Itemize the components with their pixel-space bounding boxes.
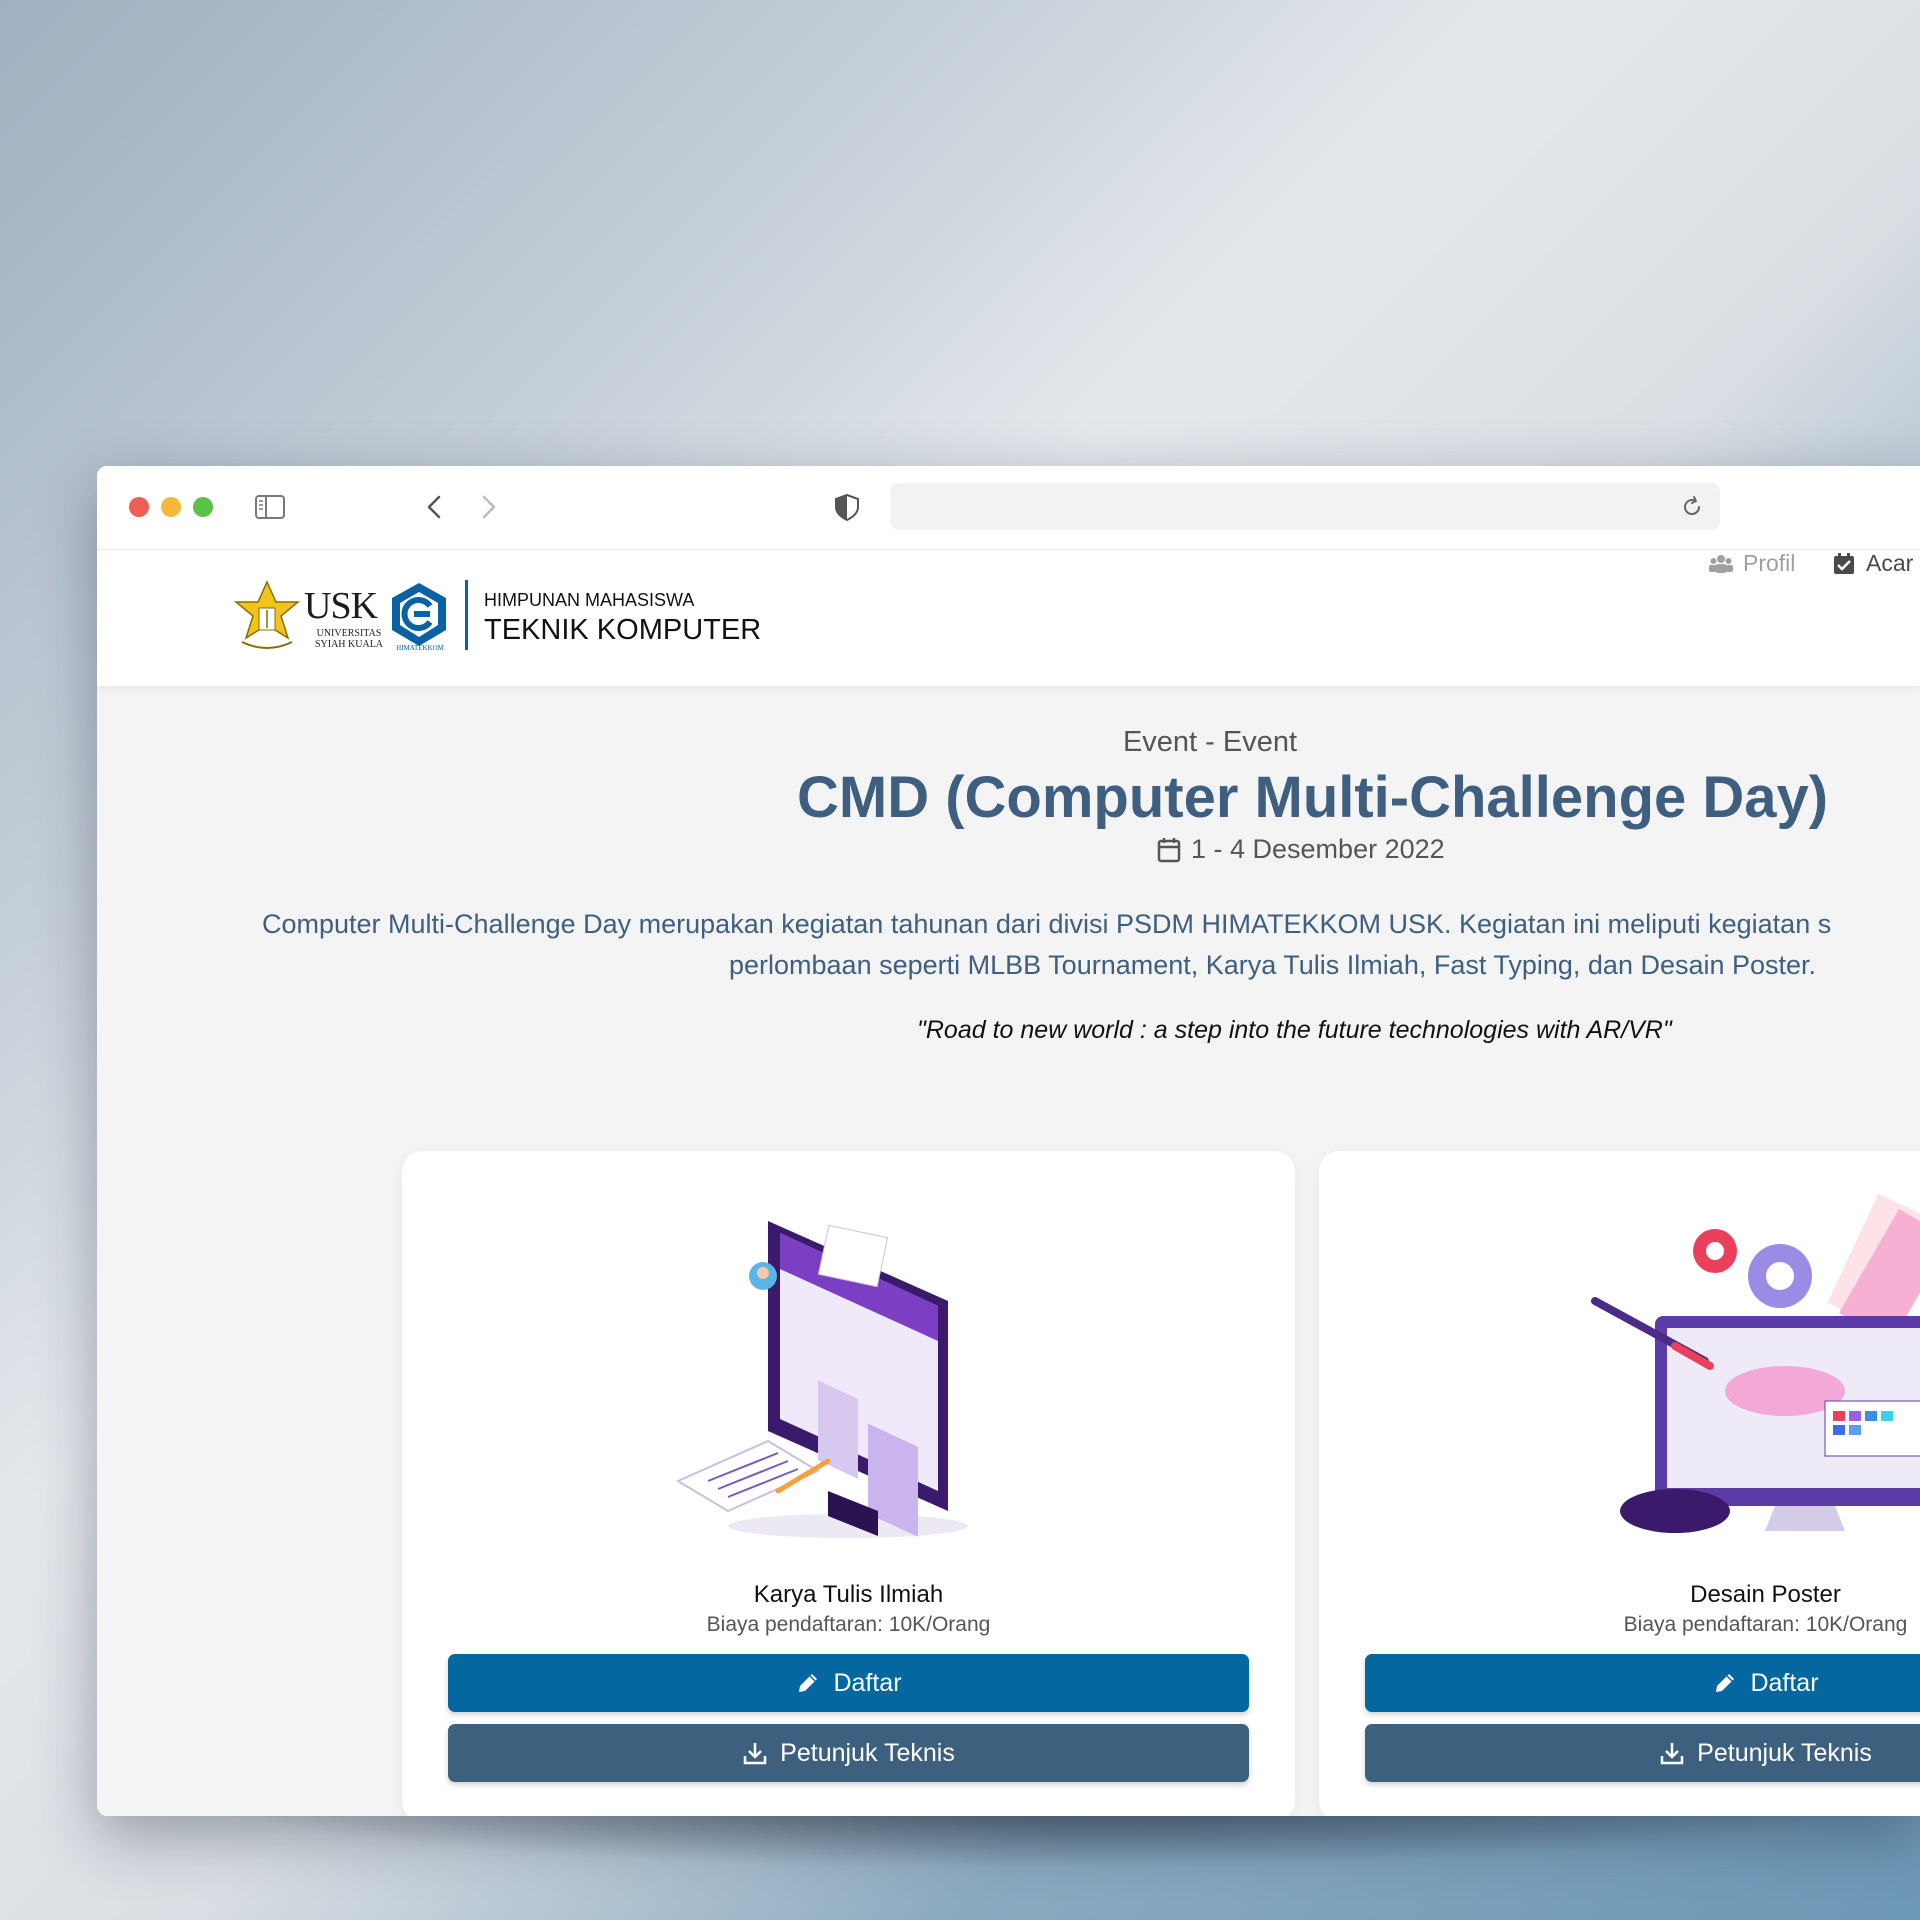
logo-divider (465, 580, 468, 650)
technical-guide-button-label: Petunjuk Teknis (780, 1738, 955, 1767)
browser-window: USK UNIVERSITAS SYIAH KUALA HIMATEKKOM H… (97, 466, 1920, 1816)
event-date-text: 1 - 4 Desember 2022 (1191, 834, 1445, 864)
design-monitor-illustration (1591, 1193, 1920, 1533)
site-logo[interactable]: USK UNIVERSITAS SYIAH KUALA HIMATEKKOM H… (232, 580, 852, 656)
section-eyebrow: Event - Event (1122, 726, 1298, 758)
card-title: Desain Poster (1690, 1581, 1841, 1608)
himatekkom-emblem-icon (392, 583, 446, 646)
card-title: Karya Tulis Ilmiah (753, 1581, 944, 1608)
main-content: Event - Event CMD (Computer Multi-Challe… (97, 686, 1920, 1816)
download-icon (1660, 1743, 1684, 1765)
competition-card-desain-poster: Desain Poster Biaya pendaftaran: 10K/Ora… (1319, 1151, 1920, 1816)
register-button-label: Daftar (833, 1668, 902, 1697)
download-icon (743, 1743, 767, 1765)
page-title: CMD (Computer Multi-Challenge Day) (797, 765, 1829, 830)
event-tagline: "Road to new world : a step into the fut… (917, 1016, 1672, 1044)
technical-guide-button[interactable]: Petunjuk Teknis (1365, 1724, 1920, 1782)
sidebar-toggle-icon[interactable] (254, 492, 286, 522)
forward-arrow-icon[interactable] (472, 492, 504, 522)
himatekkom-subtitle: HIMATEKKOM (396, 644, 444, 652)
technical-guide-button-label: Petunjuk Teknis (1697, 1738, 1872, 1767)
register-button[interactable]: Daftar (1365, 1654, 1920, 1712)
event-description: Computer Multi-Challenge Day merupakan k… (262, 904, 1920, 980)
pencil-icon (799, 1674, 818, 1692)
usk-subtitle: UNIVERSITAS SYIAH KUALA (314, 628, 384, 650)
close-window-button[interactable] (129, 497, 149, 517)
card-fee: Biaya pendaftaran: 10K/Orang (1623, 1613, 1908, 1636)
event-date: 1 - 4 Desember 2022 (1157, 834, 1445, 865)
register-button[interactable]: Daftar (448, 1654, 1249, 1712)
users-icon (1709, 554, 1733, 573)
pencil-icon (1716, 1674, 1735, 1692)
description-line-1: Computer Multi-Challenge Day merupakan k… (262, 909, 1832, 939)
nav-link-profil[interactable]: Profil (1709, 550, 1795, 577)
browser-toolbar (97, 466, 1920, 550)
usk-emblem-icon (233, 580, 301, 649)
privacy-shield-icon[interactable] (831, 492, 863, 522)
reload-icon[interactable] (1680, 495, 1704, 519)
card-fee: Biaya pendaftaran: 10K/Orang (706, 1613, 991, 1636)
back-arrow-icon[interactable] (419, 492, 451, 522)
nav-link-acara[interactable]: Acar (1832, 550, 1913, 577)
org-name-line1: HIMPUNAN MAHASISWA (484, 590, 695, 610)
monitor-document-illustration (675, 1221, 968, 1538)
calendar-check-icon (1834, 552, 1854, 574)
maximize-window-button[interactable] (193, 497, 213, 517)
competition-card-karya-tulis-ilmiah: Karya Tulis Ilmiah Biaya pendaftaran: 10… (402, 1151, 1295, 1816)
org-name-line2: TEKNIK KOMPUTER (484, 614, 762, 646)
usk-wordmark: USK (304, 585, 378, 627)
description-line-2: perlombaan seperti MLBB Tournament, Kary… (729, 950, 1817, 980)
address-bar[interactable] (890, 483, 1720, 530)
nav-label-profil: Profil (1743, 550, 1796, 576)
nav-label-acara: Acar (1866, 550, 1914, 576)
minimize-window-button[interactable] (161, 497, 181, 517)
calendar-icon (1157, 837, 1181, 862)
technical-guide-button[interactable]: Petunjuk Teknis (448, 1724, 1249, 1782)
site-header: USK UNIVERSITAS SYIAH KUALA HIMATEKKOM H… (97, 550, 1920, 686)
register-button-label: Daftar (1750, 1668, 1819, 1697)
